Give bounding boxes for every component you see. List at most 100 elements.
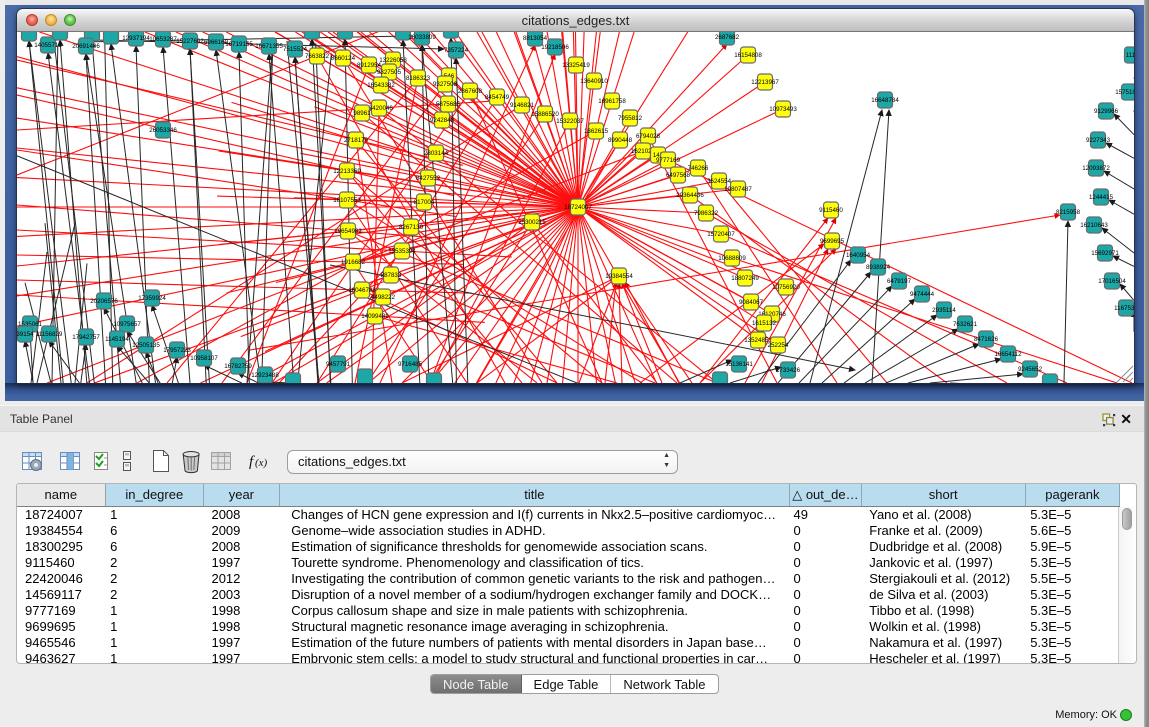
svg-text:16046788: 16046788	[348, 287, 376, 294]
svg-text:10688609: 10688609	[718, 255, 746, 262]
svg-text:1615132: 1615132	[752, 320, 777, 327]
svg-text:20206576: 20206576	[90, 298, 118, 305]
svg-text:7632621: 7632621	[953, 321, 978, 328]
svg-text:98961: 98961	[353, 110, 371, 117]
svg-text:10975657: 10975657	[113, 321, 141, 328]
svg-text:39154: 39154	[17, 331, 34, 338]
svg-text:1362615: 1362615	[584, 128, 609, 135]
svg-text:17957223: 17957223	[163, 347, 191, 354]
svg-text:8912954: 8912954	[357, 62, 382, 69]
svg-text:2687682: 2687682	[715, 34, 740, 41]
svg-text:6479197: 6479197	[887, 278, 912, 285]
svg-text:8990448: 8990448	[608, 137, 633, 144]
svg-text:18807249: 18807249	[731, 275, 759, 282]
svg-text:1640954: 1640954	[846, 252, 871, 259]
svg-text:17359924: 17359924	[138, 295, 166, 302]
svg-text:17942757: 17942757	[72, 334, 100, 341]
svg-text:(x): (x)	[255, 457, 268, 469]
svg-text:9327508: 9327508	[433, 81, 458, 88]
svg-text:8186323: 8186323	[406, 75, 431, 82]
svg-text:13325419: 13325419	[562, 62, 590, 69]
svg-text:9242848: 9242848	[430, 117, 455, 124]
svg-text:13535394: 13535394	[388, 248, 416, 255]
svg-text:10653287: 10653287	[149, 36, 177, 43]
svg-text:12505135: 12505135	[132, 342, 160, 349]
svg-text:7515524: 7515524	[283, 46, 308, 53]
svg-text:2935114: 2935114	[932, 307, 956, 314]
svg-text:7357224: 7357224	[444, 47, 469, 54]
svg-text:16107553: 16107553	[333, 197, 361, 204]
svg-text:12923488: 12923488	[251, 372, 279, 379]
svg-text:15720407: 15720407	[707, 231, 735, 238]
svg-text:9699695: 9699695	[820, 238, 845, 245]
svg-text:16154808: 16154808	[734, 52, 762, 59]
svg-text:1145194: 1145194	[105, 336, 129, 343]
svg-text:9474444: 9474444	[910, 291, 935, 298]
svg-text:16210643: 16210643	[1080, 222, 1108, 229]
svg-text:8813054: 8813054	[523, 35, 548, 42]
svg-text:2803144: 2803144	[424, 150, 449, 157]
svg-text:15227602: 15227602	[176, 38, 204, 45]
svg-text:19384554: 19384554	[605, 273, 633, 280]
svg-text:15886520: 15886520	[531, 111, 559, 118]
svg-text:8427552: 8427552	[416, 175, 441, 182]
svg-text:15322037: 15322037	[556, 118, 584, 125]
svg-text:10958107: 10958107	[190, 355, 218, 362]
svg-text:11156829: 11156829	[36, 331, 63, 338]
svg-text:10654112: 10654112	[994, 351, 1022, 358]
svg-text:20691406: 20691406	[72, 43, 100, 50]
svg-text:8938924: 8938924	[866, 264, 891, 271]
svg-text:15136141: 15136141	[725, 361, 753, 368]
svg-text:887833: 887833	[381, 272, 402, 279]
svg-text:2718176: 2718176	[344, 137, 369, 144]
svg-text:9146821: 9146821	[510, 102, 535, 109]
svg-text:7955812: 7955812	[618, 115, 643, 122]
svg-text:7663822: 7663822	[305, 53, 330, 60]
svg-text:1112: 1112	[1126, 52, 1134, 59]
svg-text:26053346: 26053346	[149, 127, 177, 134]
svg-text:6794028: 6794028	[636, 133, 661, 140]
svg-text:16033809: 16033809	[408, 34, 436, 41]
svg-text:9245652: 9245652	[1018, 366, 1043, 373]
svg-text:3624554: 3624554	[707, 178, 732, 185]
svg-text:7986322: 7986322	[694, 210, 719, 217]
svg-text:9129966: 9129966	[1094, 108, 1119, 115]
svg-text:12937194: 12937194	[122, 35, 150, 42]
svg-text:10973493: 10973493	[769, 106, 797, 113]
svg-text:18724007: 18724007	[564, 204, 592, 211]
svg-text:9457791: 9457791	[326, 361, 351, 368]
svg-text:10719155: 10719155	[225, 41, 253, 48]
svg-text:746266: 746266	[688, 165, 709, 172]
svg-text:16543382: 16543382	[367, 82, 395, 89]
svg-text:8660124: 8660124	[331, 55, 356, 62]
svg-text:15751074: 15751074	[1115, 89, 1134, 96]
svg-text:817004: 817004	[414, 199, 435, 206]
svg-text:14055712: 14055712	[34, 42, 62, 49]
svg-text:8471626: 8471626	[974, 336, 999, 343]
svg-text:8215958: 8215958	[1056, 209, 1081, 216]
svg-text:9777169: 9777169	[656, 157, 681, 164]
svg-text:14099489: 14099489	[361, 313, 389, 320]
svg-text:252254: 252254	[768, 342, 789, 349]
svg-text:10807487: 10807487	[724, 186, 752, 193]
svg-text:15692971: 15692971	[1091, 250, 1119, 257]
svg-text:25300215: 25300215	[518, 219, 546, 226]
svg-text:2867608: 2867608	[458, 88, 483, 95]
svg-text:6497568: 6497568	[666, 172, 691, 179]
svg-text:8454749: 8454749	[485, 94, 510, 101]
svg-text:5875685: 5875685	[436, 101, 461, 108]
svg-text:10756920: 10756920	[772, 284, 800, 291]
svg-text:16961758: 16961758	[598, 98, 626, 105]
svg-text:19654982: 19654982	[334, 228, 362, 235]
svg-text:9327505: 9327505	[377, 69, 402, 76]
svg-text:12093872: 12093872	[1082, 165, 1110, 172]
svg-text:20364436: 20364436	[676, 192, 704, 199]
svg-text:12213967: 12213967	[751, 79, 779, 86]
svg-text:19218506: 19218506	[541, 44, 569, 51]
svg-text:9716485: 9716485	[398, 361, 423, 368]
svg-text:16671355: 16671355	[255, 43, 283, 50]
svg-text:9227343: 9227343	[1086, 137, 1111, 144]
svg-text:1244415: 1244415	[1089, 194, 1114, 201]
svg-text:16648784: 16648784	[871, 97, 899, 104]
svg-text:9115460: 9115460	[819, 207, 843, 214]
